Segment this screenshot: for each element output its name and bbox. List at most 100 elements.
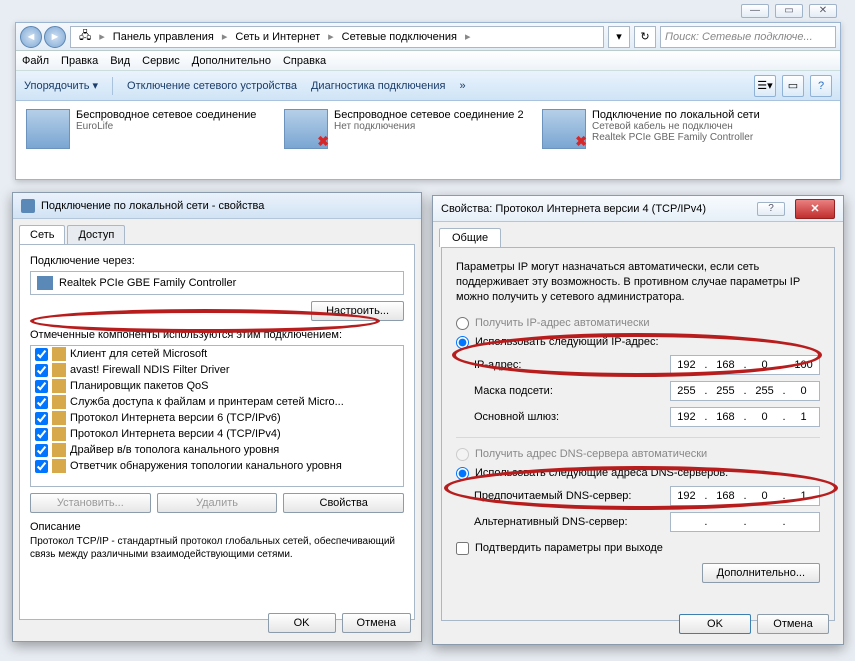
connection-adapter: Realtek PCIe GBE Family Controller [592,132,760,143]
component-checkbox[interactable] [35,348,48,361]
address-bar: ◄ ► 🖧 ▸ Панель управления ▸ Сеть и Интер… [16,23,840,51]
component-checkbox[interactable] [35,412,48,425]
nic-icon [37,276,53,290]
component-icon [52,395,66,409]
connection-wireless-2[interactable]: Беспроводное сетевое соединение 2 Нет по… [284,109,524,149]
components-listbox[interactable]: Клиент для сетей Microsoft avast! Firewa… [30,345,404,487]
alternate-dns-input[interactable]: . . . [670,512,820,532]
configure-button[interactable]: Настроить... [311,301,404,321]
tab-general[interactable]: Общие [439,228,501,247]
help-button[interactable]: ? [810,75,832,97]
cancel-button[interactable]: Отмена [757,614,829,634]
ip-address-input[interactable]: 192. 168. 0. 100 [670,355,820,375]
dialog-title: Свойства: Протокол Интернета версии 4 (T… [441,203,751,215]
breadcrumb-seg-1[interactable]: Панель управления [109,29,218,45]
radio-input [456,448,469,461]
connection-sub: Нет подключения [334,121,524,132]
breadcrumb[interactable]: 🖧 ▸ Панель управления ▸ Сеть и Интернет … [70,26,604,48]
info-text: Параметры IP могут назначаться автоматич… [456,260,820,305]
breadcrumb-seg-3[interactable]: Сетевые подключения [338,29,461,45]
menu-extra[interactable]: Дополнительно [192,55,271,67]
component-checkbox[interactable] [35,428,48,441]
radio-input[interactable] [456,317,469,330]
list-item[interactable]: Драйвер в/в тополога канального уровня [31,442,403,458]
connection-lan[interactable]: Подключение по локальной сети Сетевой ка… [542,109,822,149]
search-placeholder: Поиск: Сетевые подключе... [665,31,813,43]
remove-button[interactable]: Удалить [157,493,278,513]
advanced-button[interactable]: Дополнительно... [702,563,820,583]
nav-back-button[interactable]: ◄ [20,26,42,48]
radio-input[interactable] [456,467,469,480]
connection-title: Беспроводное сетевое соединение 2 [334,109,524,121]
close-button[interactable]: ✕ [795,199,835,219]
menu-view[interactable]: Вид [110,55,130,67]
more-commands-button[interactable]: » [459,80,465,92]
components-label: Отмеченные компоненты используются этим … [30,329,404,341]
component-icon [52,379,66,393]
gateway-input[interactable]: 192. 168. 0. 1 [670,407,820,427]
lan-properties-dialog: Подключение по локальной сети - свойства… [12,192,422,642]
adapter-name: Realtek PCIe GBE Family Controller [59,277,236,289]
nav-forward-button[interactable]: ► [44,26,66,48]
component-icon [52,363,66,377]
diagnostics-button[interactable]: Диагностика подключения [311,80,445,92]
connection-sub: Сетевой кабель не подключен [592,121,760,132]
tab-access[interactable]: Доступ [67,225,125,244]
maximize-button[interactable]: ▭ [775,4,803,18]
gateway-label: Основной шлюз: [474,411,670,423]
list-item[interactable]: Планировщик пакетов QoS [31,378,403,394]
ok-button[interactable]: OK [679,614,751,634]
component-checkbox[interactable] [35,364,48,377]
menu-file[interactable]: Файл [22,55,49,67]
ok-button[interactable]: OK [268,613,336,633]
list-item-ipv4[interactable]: Протокол Интернета версии 4 (TCP/IPv4) [31,426,403,442]
properties-button[interactable]: Свойства [283,493,404,513]
radio-auto-dns[interactable]: Получить адрес DNS-сервера автоматически [456,448,820,461]
description-text: Протокол TCP/IP - стандартный протокол г… [30,535,404,561]
breadcrumb-seg-2[interactable]: Сеть и Интернет [231,29,324,45]
radio-input[interactable] [456,336,469,349]
help-button[interactable]: ? [757,202,785,216]
search-input[interactable]: Поиск: Сетевые подключе... [660,26,836,48]
component-icon [52,347,66,361]
dialog-titlebar[interactable]: Подключение по локальной сети - свойства [13,193,421,219]
radio-manual-dns[interactable]: Использовать следующие адреса DNS-сервер… [456,467,820,480]
connection-title: Подключение по локальной сети [592,109,760,121]
disable-device-button[interactable]: Отключение сетевого устройства [127,80,297,92]
list-item[interactable]: Протокол Интернета версии 6 (TCP/IPv6) [31,410,403,426]
list-item[interactable]: avast! Firewall NDIS Filter Driver [31,362,403,378]
minimize-button[interactable]: — [741,4,769,18]
connect-via-label: Подключение через: [30,255,404,267]
list-item[interactable]: Клиент для сетей Microsoft [31,346,403,362]
component-icon [52,443,66,457]
breadcrumb-dropdown-button[interactable]: ▾ [608,26,630,48]
view-options-button[interactable]: ☰▾ [754,75,776,97]
confirm-on-exit-checkbox[interactable]: Подтвердить параметры при выходе [456,542,820,555]
preferred-dns-input[interactable]: 192. 168. 0. 1 [670,486,820,506]
dialog-titlebar[interactable]: Свойства: Протокол Интернета версии 4 (T… [433,196,843,222]
connection-wireless-1[interactable]: Беспроводное сетевое соединение EuroLife [26,109,266,149]
cancel-button[interactable]: Отмена [342,613,411,633]
component-checkbox[interactable] [35,396,48,409]
explorer-window: ◄ ► 🖧 ▸ Панель управления ▸ Сеть и Интер… [15,22,841,180]
subnet-mask-label: Маска подсети: [474,385,670,397]
list-item[interactable]: Ответчик обнаружения топологии канальног… [31,458,403,474]
subnet-mask-input[interactable]: 255. 255. 255. 0 [670,381,820,401]
radio-manual-ip[interactable]: Использовать следующий IP-адрес: [456,336,820,349]
list-item[interactable]: Служба доступа к файлам и принтерам сете… [31,394,403,410]
component-checkbox[interactable] [35,380,48,393]
preview-pane-button[interactable]: ▭ [782,75,804,97]
menu-help[interactable]: Справка [283,55,326,67]
menu-edit[interactable]: Правка [61,55,98,67]
close-button[interactable]: ✕ [809,4,837,18]
component-checkbox[interactable] [35,460,48,473]
organize-button[interactable]: Упорядочить ▾ [24,79,98,92]
menu-bar: Файл Правка Вид Сервис Дополнительно Спр… [16,51,840,71]
checkbox-input[interactable] [456,542,469,555]
radio-auto-ip[interactable]: Получить IP-адрес автоматически [456,317,820,330]
refresh-button[interactable]: ↻ [634,26,656,48]
tab-network[interactable]: Сеть [19,225,65,244]
install-button[interactable]: Установить... [30,493,151,513]
menu-service[interactable]: Сервис [142,55,180,67]
component-checkbox[interactable] [35,444,48,457]
